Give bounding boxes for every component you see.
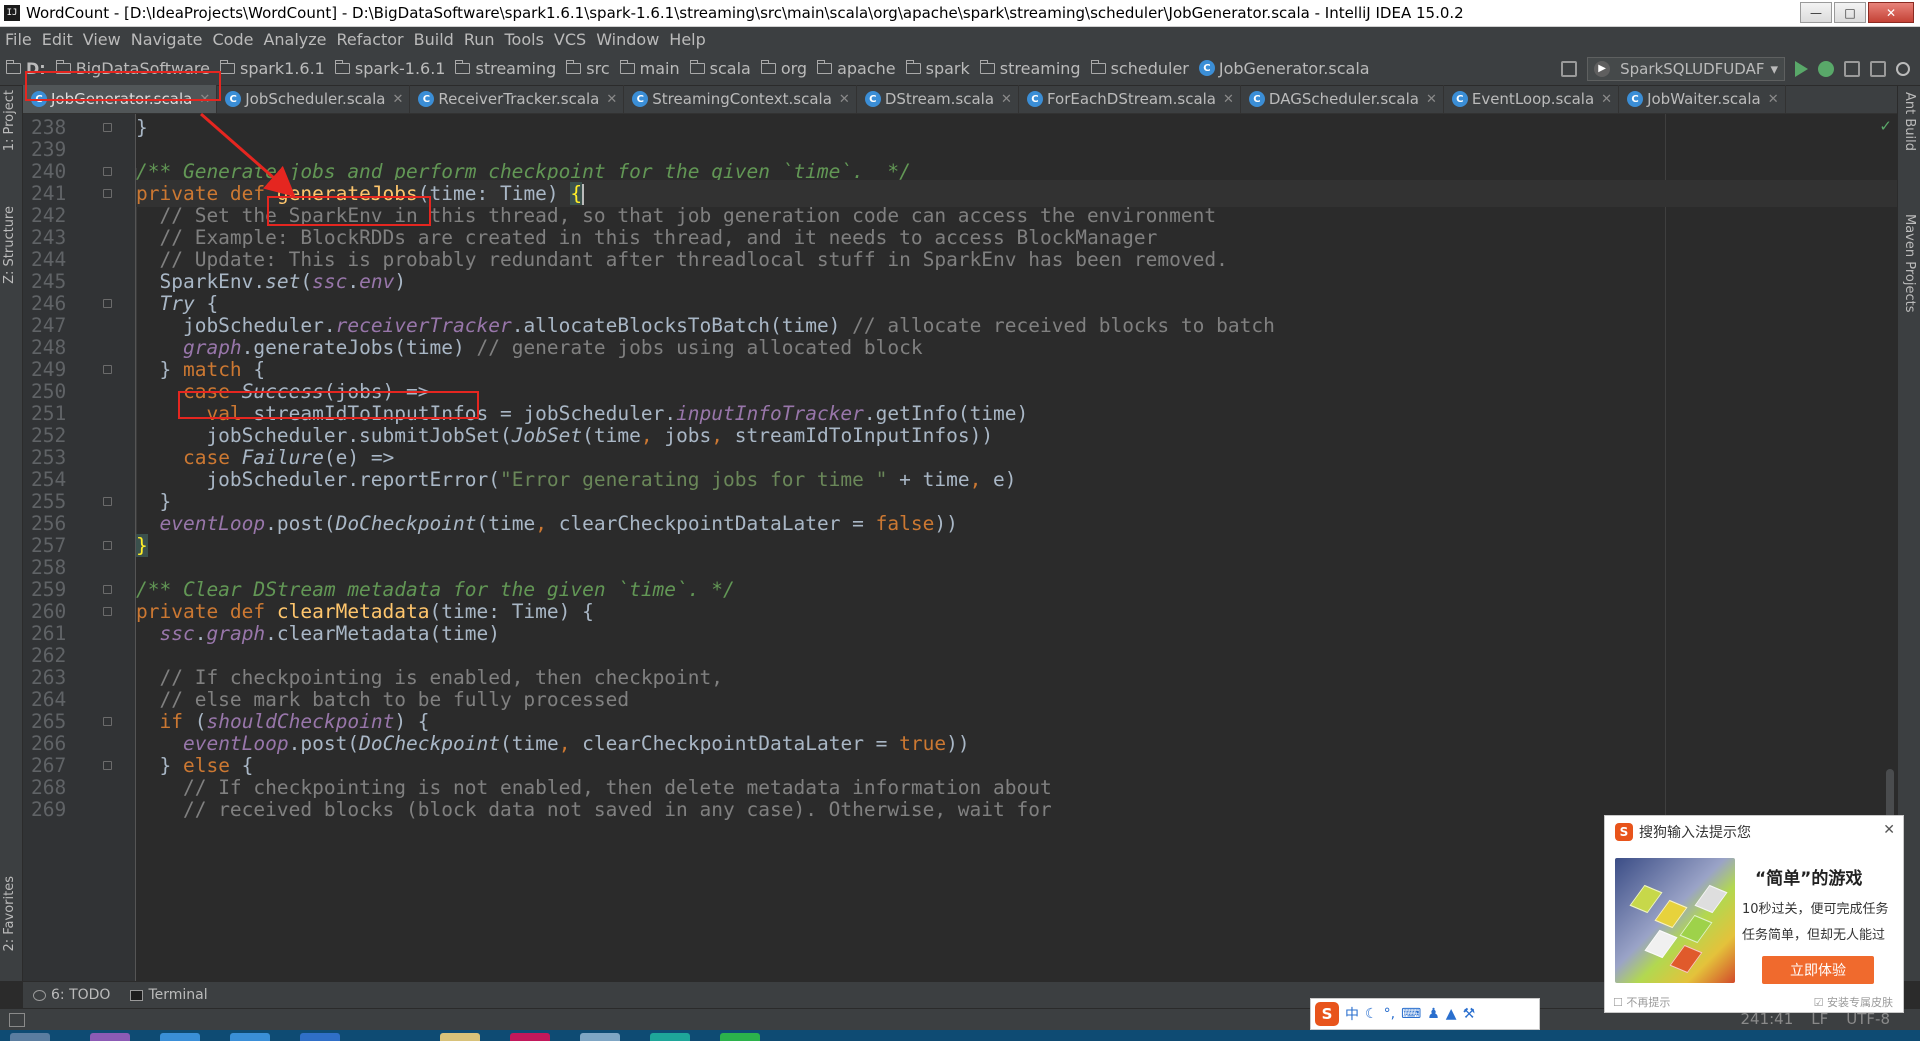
taskbar-item[interactable]	[90, 1033, 130, 1041]
todo-icon	[33, 989, 46, 1001]
ime-game-desc: 10秒过关，便可完成任务	[1742, 902, 1889, 917]
try-now-button[interactable]: 立即体验	[1762, 956, 1874, 984]
sogou-logo-icon: S	[1615, 823, 1633, 841]
ime-game-title: “简单”的游戏	[1755, 869, 1863, 889]
ime-popup-header: S 搜狗输入法提示您	[1605, 816, 1903, 848]
taskbar-item[interactable]	[230, 1033, 270, 1041]
os-taskbar	[0, 1030, 1920, 1041]
tool-windows-icon[interactable]	[9, 1013, 25, 1027]
taskbar-item[interactable]	[10, 1033, 50, 1041]
taskbar-item[interactable]	[720, 1033, 760, 1041]
taskbar-item[interactable]	[160, 1033, 200, 1041]
ime-toolbar: S 中 ☾ °, ⌨ ♟ ▲ ⚒	[1310, 998, 1540, 1030]
dont-remind-checkbox[interactable]: ☐ 不再提示	[1613, 994, 1670, 1010]
skin-icon[interactable]: ▲	[1446, 1006, 1457, 1022]
checkbox-label: 不再提示	[1626, 996, 1671, 1009]
checkbox-label: 安装专属皮肤	[1827, 996, 1893, 1009]
taskbar-item[interactable]	[650, 1033, 690, 1041]
ime-game-desc: 任务简单，但却无人能过	[1742, 928, 1886, 943]
taskbar-item[interactable]	[440, 1033, 480, 1041]
tool-terminal[interactable]: Terminal	[120, 987, 217, 1003]
taskbar-item[interactable]	[580, 1033, 620, 1041]
terminal-icon	[130, 989, 144, 1001]
ide-window: IJ WordCount - [D:\IdeaProjects\WordCoun…	[0, 0, 1920, 1041]
tool-label: 6: TODO	[51, 987, 111, 1003]
install-skin-checkbox[interactable]: ☑ 安装专属皮肤	[1814, 994, 1893, 1010]
tools-icon[interactable]: ⚒	[1463, 1006, 1476, 1022]
game-thumbnail[interactable]	[1615, 858, 1735, 983]
moon-icon[interactable]: ☾	[1365, 1006, 1378, 1022]
keyboard-icon[interactable]: ⌨	[1401, 1006, 1421, 1022]
taskbar-item[interactable]	[510, 1033, 550, 1041]
tool-todo[interactable]: 6: TODO	[23, 987, 120, 1003]
taskbar-item[interactable]	[300, 1033, 340, 1041]
ime-popup-title: 搜狗输入法提示您	[1639, 825, 1751, 841]
ime-popup: S 搜狗输入法提示您 ✕ “简单”的游戏 10秒过关，便可完成任务 任务简单，但…	[1604, 815, 1904, 1013]
tool-label: Terminal	[148, 987, 208, 1003]
sogou-logo-icon[interactable]: S	[1315, 1002, 1339, 1026]
ime-mode-chinese[interactable]: 中	[1345, 1004, 1359, 1024]
close-icon[interactable]: ✕	[1883, 822, 1895, 838]
punctuation-icon[interactable]: °,	[1384, 1006, 1395, 1022]
user-icon[interactable]: ♟	[1427, 1006, 1440, 1022]
